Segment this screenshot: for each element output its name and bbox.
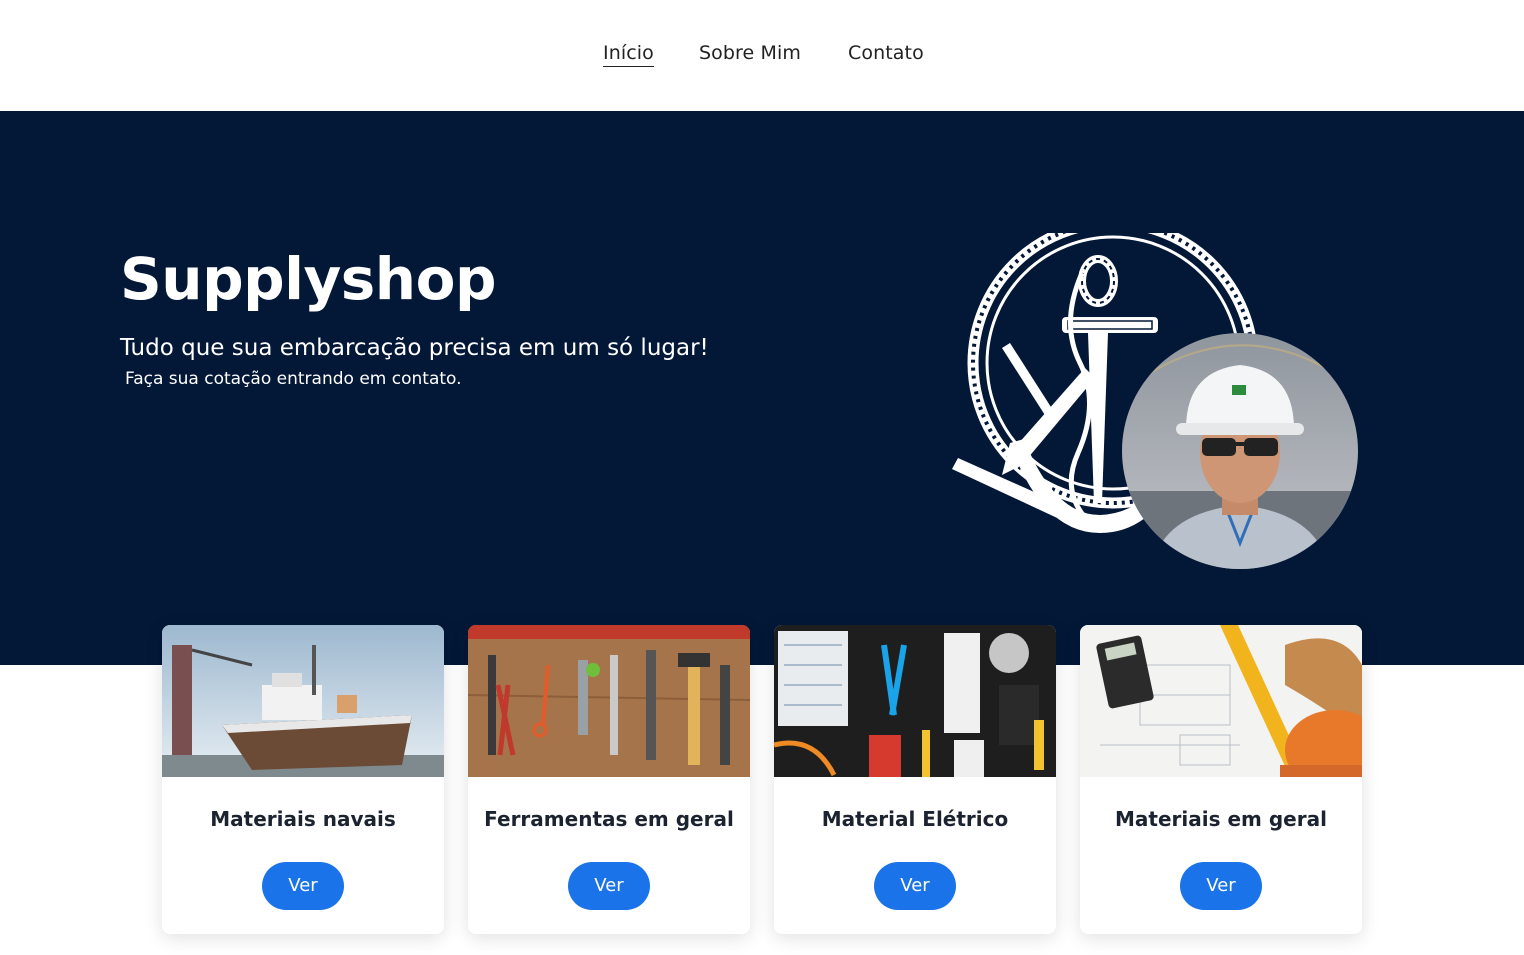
nav-link-inicio[interactable]: Início	[603, 42, 654, 67]
hero-section: Supplyshop Tudo que sua embarcação preci…	[0, 111, 1524, 665]
hero-description: Faça sua cotação entrando em contato.	[125, 369, 462, 389]
card-title: Ferramentas em geral	[484, 807, 734, 831]
card-title: Material Elétrico	[821, 807, 1009, 831]
hero-title: Supplyshop	[120, 245, 496, 313]
profile-photo	[1122, 333, 1358, 569]
nav-link-contato[interactable]: Contato	[848, 42, 924, 64]
hero-artwork	[952, 233, 1358, 569]
view-button[interactable]: Ver	[568, 862, 650, 910]
category-card: Materiais em geral Ver	[1080, 625, 1362, 934]
view-button[interactable]: Ver	[874, 862, 956, 910]
electrical-photo	[774, 625, 1056, 777]
card-title: Materiais em geral	[1115, 807, 1327, 831]
tools-photo	[468, 625, 750, 777]
category-card: Material Elétrico Ver	[774, 625, 1056, 934]
hero-subtitle: Tudo que sua embarcação precisa em um só…	[120, 335, 709, 361]
view-button[interactable]: Ver	[1180, 862, 1262, 910]
ship-photo	[162, 625, 444, 777]
card-title: Materiais navais	[210, 807, 396, 831]
construction-photo	[1080, 625, 1362, 777]
category-card: Ferramentas em geral Ver	[468, 625, 750, 934]
category-card: Materiais navais Ver	[162, 625, 444, 934]
top-navigation: Início Sobre Mim Contato	[0, 0, 1524, 111]
nav-link-sobre-mim[interactable]: Sobre Mim	[699, 42, 801, 64]
view-button[interactable]: Ver	[262, 862, 344, 910]
